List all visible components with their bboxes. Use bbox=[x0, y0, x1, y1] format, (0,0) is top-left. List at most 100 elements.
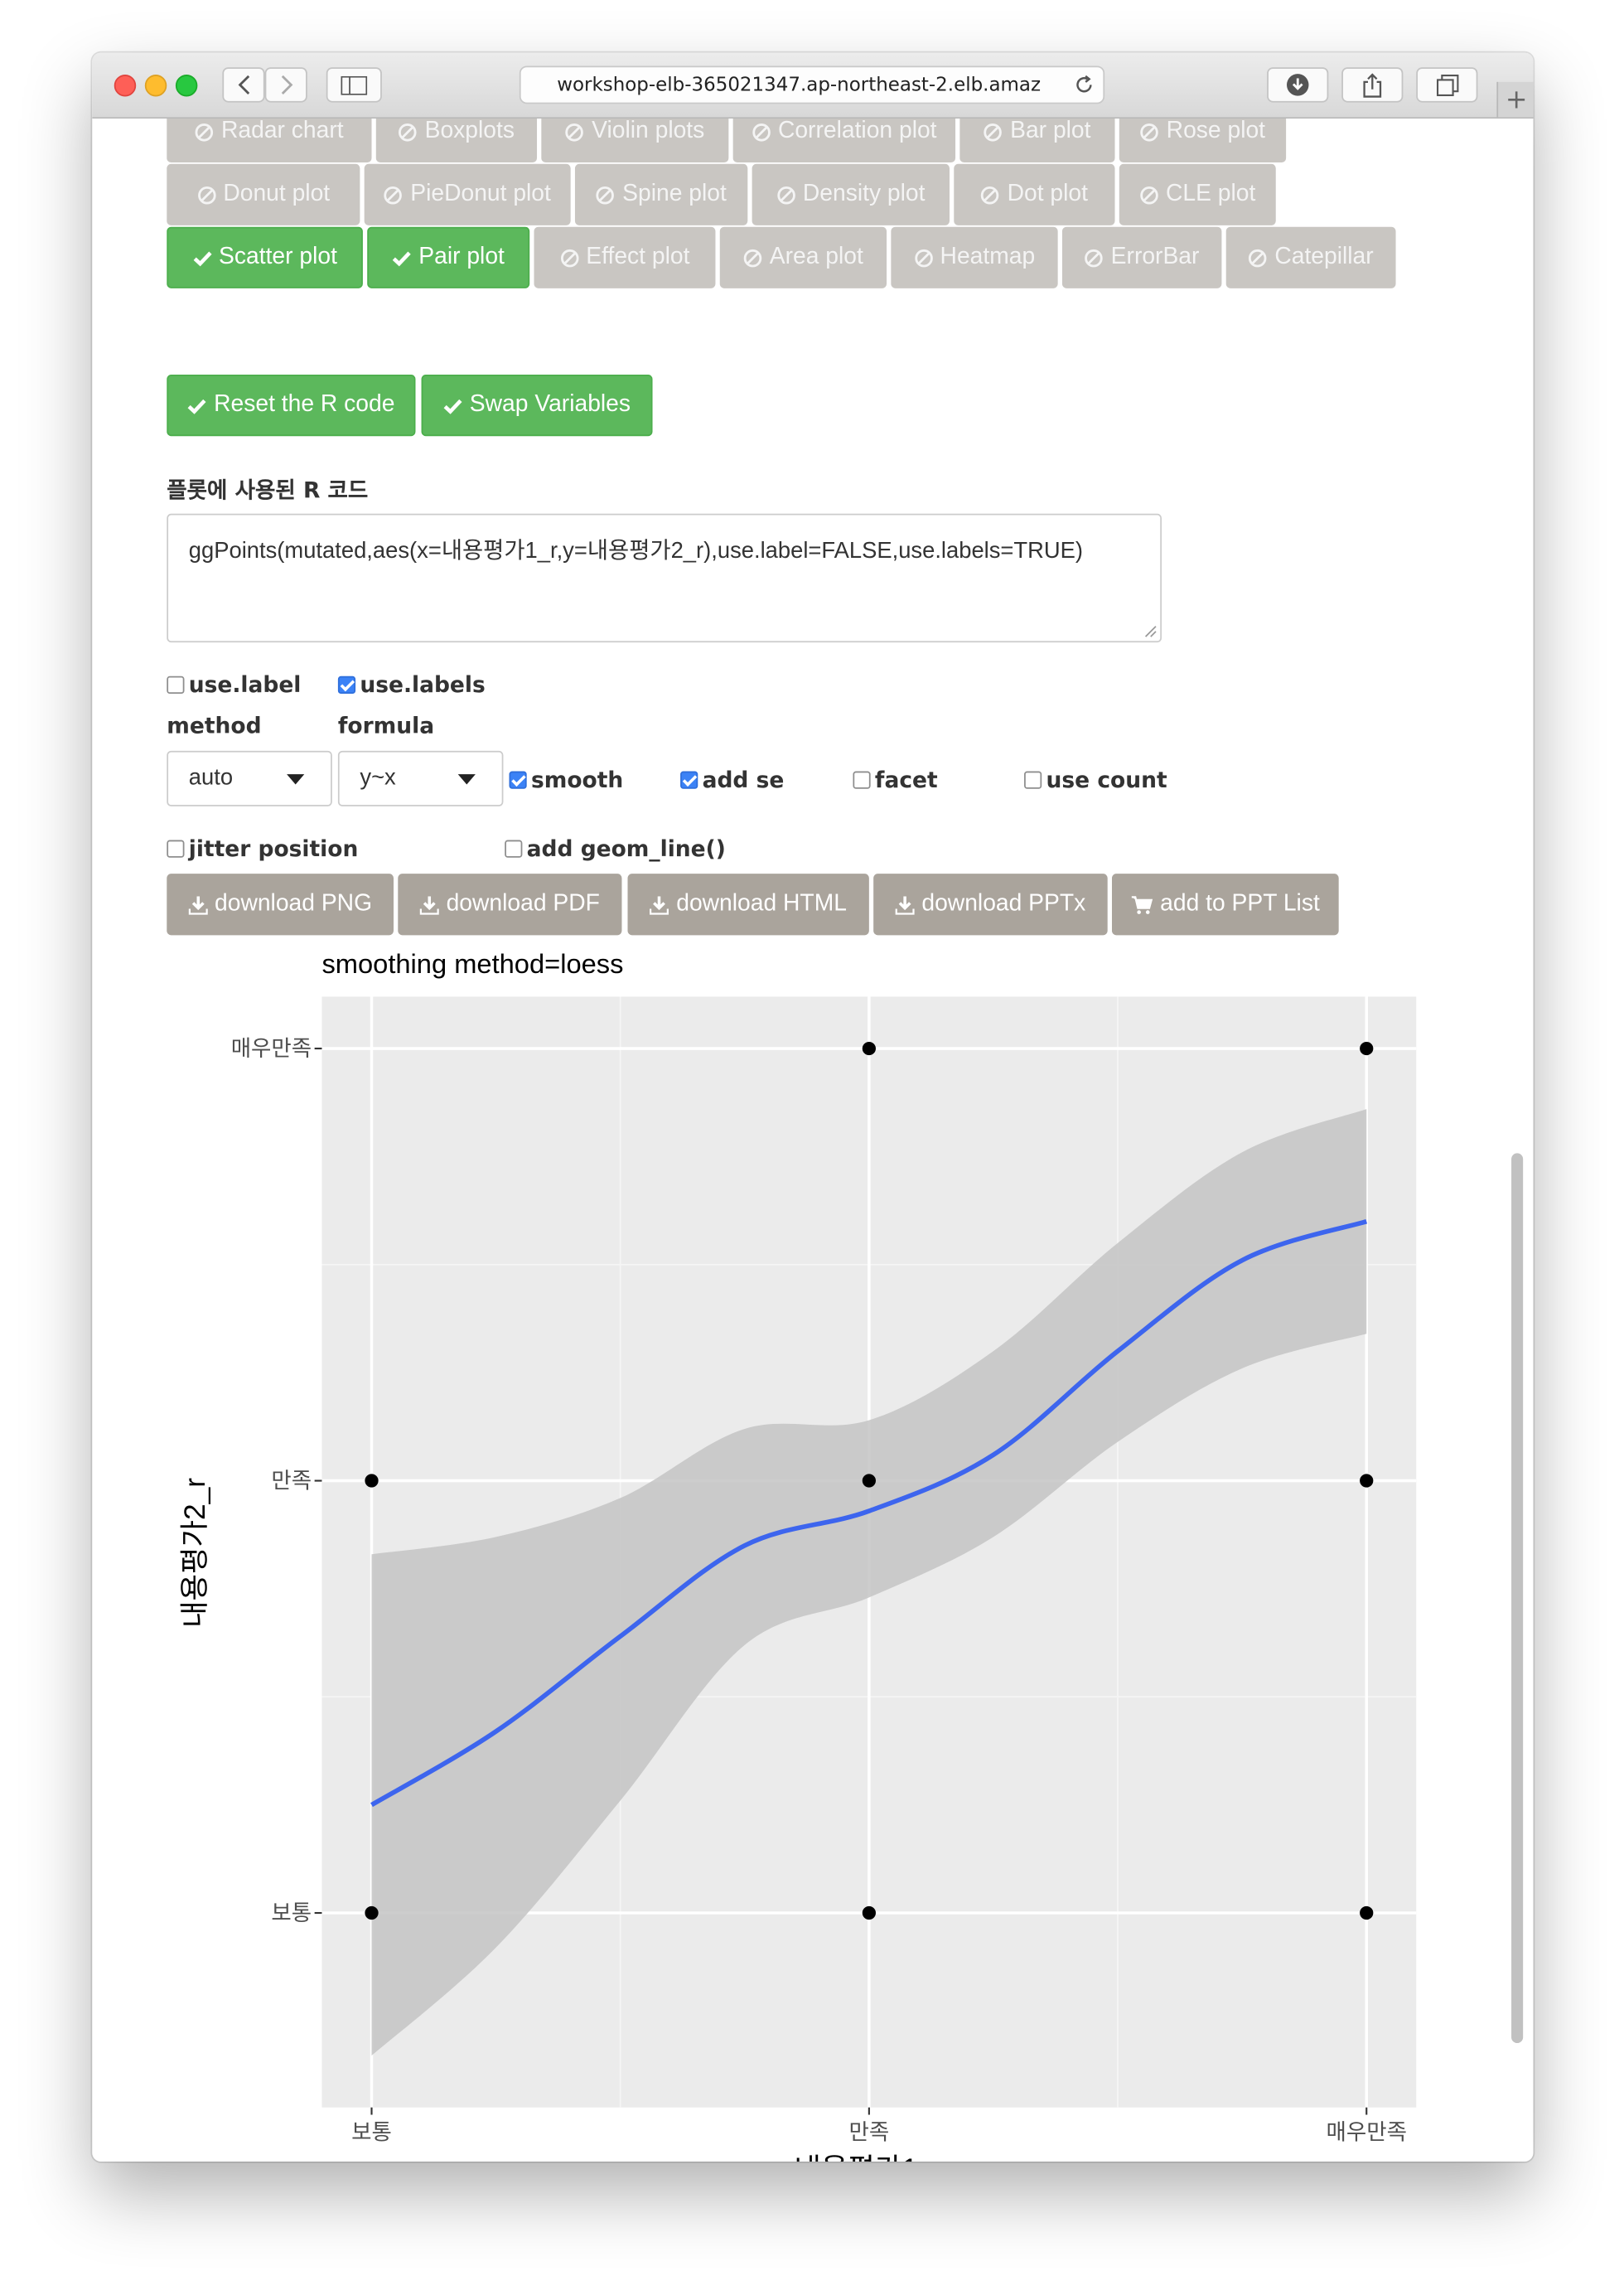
add-se-checkbox[interactable]: add se bbox=[680, 767, 784, 793]
minimize-window-button[interactable] bbox=[144, 75, 167, 97]
smooth-checkbox-box[interactable] bbox=[509, 771, 527, 789]
use-count-checkbox[interactable]: use count bbox=[1024, 767, 1167, 793]
reload-icon[interactable] bbox=[1074, 75, 1095, 95]
plot-type-catepillar-button[interactable]: Catepillar bbox=[1225, 226, 1396, 288]
tabs-overview-button[interactable] bbox=[1416, 67, 1478, 103]
plot-type-label: Area plot bbox=[769, 244, 863, 269]
plot-type-donut-plot-button[interactable]: Donut plot bbox=[167, 163, 360, 225]
add-to-ppt-list-button[interactable]: add to PPT List bbox=[1111, 874, 1339, 936]
plot-type-rose-plot-button[interactable]: Rose plot bbox=[1119, 119, 1287, 163]
plot-type-bar-plot-button[interactable]: Bar plot bbox=[959, 119, 1115, 163]
chart-title: smoothing method=loess bbox=[321, 948, 623, 979]
plot-type-cle-plot-button[interactable]: CLE plot bbox=[1119, 163, 1276, 225]
use-labels-checkbox[interactable]: use.labels bbox=[337, 671, 486, 698]
ban-icon bbox=[981, 186, 1000, 204]
add-se-checkbox-box[interactable] bbox=[680, 771, 698, 789]
facet-checkbox-box[interactable] bbox=[853, 771, 871, 789]
x-tick-label: 보통 bbox=[351, 2120, 392, 2145]
plot-type-scatter-plot-button[interactable]: Scatter plot bbox=[167, 226, 363, 288]
check-icon bbox=[192, 250, 211, 266]
plot-type-label: CLE plot bbox=[1165, 181, 1256, 206]
swap-variables-button[interactable]: Swap Variables bbox=[421, 375, 653, 437]
add-geom-line-text: add geom_line() bbox=[526, 835, 726, 863]
use-labels-checkbox-box[interactable] bbox=[337, 675, 356, 694]
ban-icon bbox=[752, 123, 771, 141]
add-se-text: add se bbox=[702, 767, 785, 794]
data-point bbox=[365, 1474, 379, 1488]
add-geom-line-checkbox[interactable]: add geom_line() bbox=[505, 835, 726, 862]
new-tab-button[interactable]: + bbox=[1496, 81, 1534, 118]
check-icon bbox=[187, 399, 206, 414]
use-label-checkbox-box[interactable] bbox=[167, 675, 185, 694]
plot-type-boxplots-button[interactable]: Boxplots bbox=[375, 119, 538, 163]
download-png-button[interactable]: download PNG bbox=[167, 874, 394, 936]
facet-checkbox[interactable]: facet bbox=[853, 767, 938, 793]
back-button[interactable] bbox=[222, 67, 265, 103]
plot-type-label: Catepillar bbox=[1274, 244, 1374, 269]
add-to-ppt-list-label: add to PPT List bbox=[1160, 891, 1320, 917]
plot-type-label: Rose plot bbox=[1166, 119, 1266, 144]
add-geom-line-checkbox-box[interactable] bbox=[505, 840, 523, 858]
method-select[interactable]: auto bbox=[167, 750, 332, 806]
close-window-button[interactable] bbox=[114, 75, 137, 97]
plot-type-correlation-plot-button[interactable]: Correlation plot bbox=[732, 119, 956, 163]
ban-icon bbox=[776, 186, 795, 204]
jitter-position-checkbox[interactable]: jitter position bbox=[167, 835, 358, 862]
share-icon bbox=[1363, 72, 1382, 97]
page-scrollbar[interactable] bbox=[1511, 1153, 1524, 2044]
ban-icon bbox=[1139, 186, 1158, 204]
plot-type-label: PieDonut plot bbox=[410, 181, 551, 206]
plot-type-spine-plot-button[interactable]: Spine plot bbox=[574, 163, 748, 225]
jitter-position-text: jitter position bbox=[188, 835, 359, 863]
forward-button[interactable] bbox=[264, 67, 307, 103]
ban-icon bbox=[560, 249, 578, 267]
plot-type-label: Correlation plot bbox=[777, 119, 937, 144]
use-label-text: use.label bbox=[188, 671, 302, 699]
zoom-window-button[interactable] bbox=[175, 75, 198, 97]
download-html-label: download HTML bbox=[676, 891, 847, 917]
plot-type-piedonut-plot-button[interactable]: PieDonut plot bbox=[364, 163, 571, 225]
reset-r-code-button[interactable]: Reset the R code bbox=[167, 375, 416, 437]
swap-variables-label: Swap Variables bbox=[469, 392, 631, 418]
back-icon bbox=[237, 75, 249, 95]
downloads-button[interactable] bbox=[1267, 67, 1329, 103]
formula-label: formula bbox=[337, 712, 435, 739]
plot-type-errorbar-button[interactable]: ErrorBar bbox=[1061, 226, 1222, 288]
ban-icon bbox=[914, 249, 933, 267]
sidebar-button[interactable] bbox=[326, 67, 382, 103]
plot-type-area-plot-button[interactable]: Area plot bbox=[719, 226, 887, 288]
forward-icon bbox=[280, 75, 292, 95]
plot-type-label: ErrorBar bbox=[1110, 244, 1200, 269]
plot-type-dot-plot-button[interactable]: Dot plot bbox=[954, 163, 1115, 225]
share-button[interactable] bbox=[1341, 67, 1404, 103]
use-count-checkbox-box[interactable] bbox=[1024, 771, 1042, 789]
plot-type-heatmap-button[interactable]: Heatmap bbox=[891, 226, 1058, 288]
ban-icon bbox=[197, 186, 215, 204]
address-bar[interactable]: workshop-elb-365021347.ap-northeast-2.el… bbox=[519, 65, 1105, 104]
formula-select-value: y~x bbox=[360, 765, 396, 791]
ban-icon bbox=[1085, 249, 1104, 267]
plot-type-density-plot-button[interactable]: Density plot bbox=[752, 163, 950, 225]
download-icon bbox=[188, 895, 208, 914]
plot-type-radar-chart-button[interactable]: Radar chart bbox=[167, 119, 372, 163]
use-label-checkbox[interactable]: use.label bbox=[167, 671, 301, 698]
plot-type-violin-plots-button[interactable]: Violin plots bbox=[541, 119, 729, 163]
method-select-value: auto bbox=[188, 765, 234, 791]
r-code-textarea[interactable]: ggPoints(mutated,aes(x=내용평가1_r,y=내용평가2_r… bbox=[167, 513, 1162, 643]
jitter-position-checkbox-box[interactable] bbox=[167, 840, 185, 858]
smooth-text: smooth bbox=[530, 767, 624, 794]
data-point bbox=[1360, 1905, 1374, 1920]
page-content: Radar chart Boxplots Violin plots Correlati… bbox=[92, 119, 1533, 2162]
resize-handle-icon[interactable] bbox=[1144, 625, 1158, 638]
download-pdf-button[interactable]: download PDF bbox=[398, 874, 622, 936]
plot-type-pair-plot-button[interactable]: Pair plot bbox=[367, 226, 530, 288]
plot-type-effect-plot-button[interactable]: Effect plot bbox=[534, 226, 716, 288]
y-tick-label: 매우만족 bbox=[231, 1036, 312, 1061]
scatter-chart: smoothing method=loess 보통 만족 매우만족보통만족매우만족 … bbox=[179, 948, 1417, 2162]
plot-type-label: Radar chart bbox=[220, 119, 344, 144]
download-pptx-button[interactable]: download PPTx bbox=[873, 874, 1108, 936]
formula-select[interactable]: y~x bbox=[337, 750, 504, 806]
ban-icon bbox=[1140, 123, 1159, 141]
smooth-checkbox[interactable]: smooth bbox=[509, 767, 623, 793]
download-html-button[interactable]: download HTML bbox=[627, 874, 869, 936]
